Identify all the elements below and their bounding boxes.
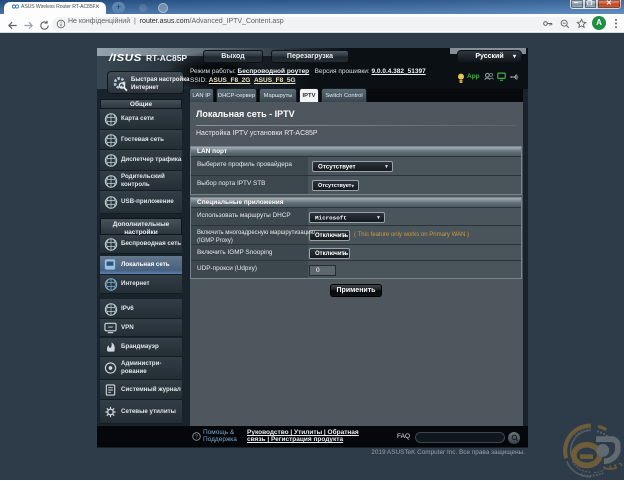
- svg-text:?: ?: [195, 434, 198, 440]
